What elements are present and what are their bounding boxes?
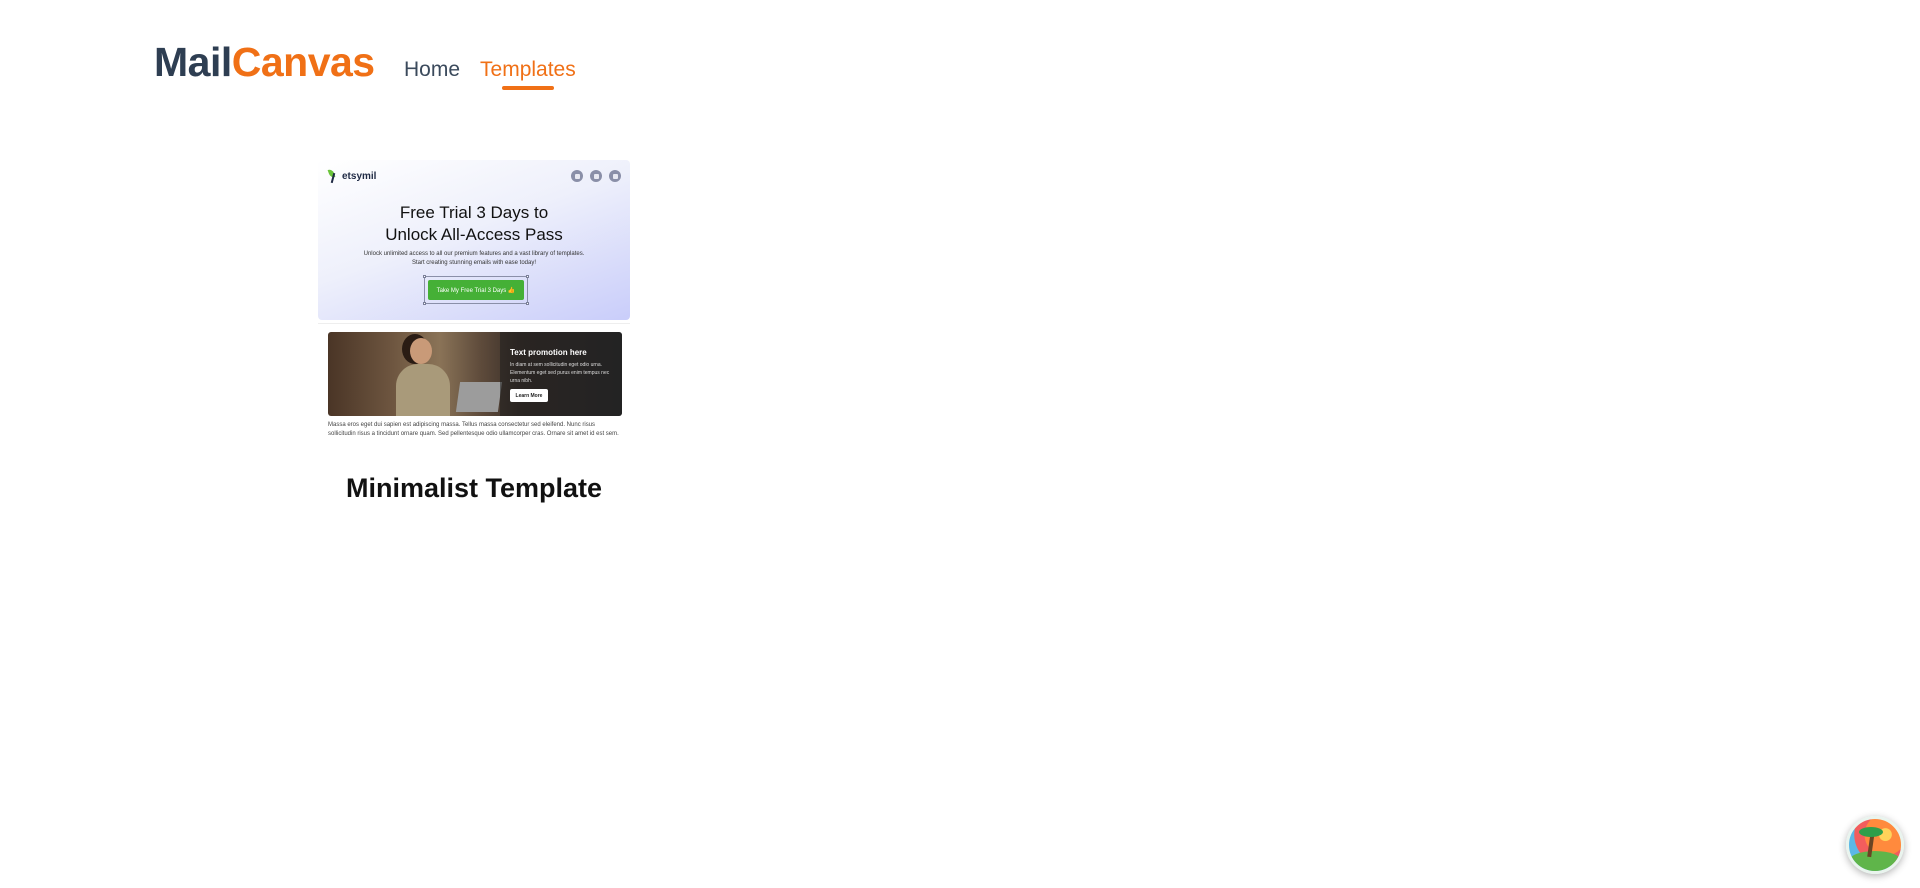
template-preview-thumbnail[interactable]: etsymil Free Trial 3 Days to Unlock All-… [318, 160, 630, 452]
preview-brand-name: etsymil [342, 170, 377, 182]
leaf-logo-icon [328, 169, 338, 183]
preview-brand: etsymil [328, 169, 376, 183]
avatar-island [1849, 851, 1901, 871]
template-title[interactable]: Minimalist Template [318, 472, 630, 504]
nav-templates[interactable]: Templates [480, 56, 576, 90]
preview-hero-section: etsymil Free Trial 3 Days to Unlock All-… [318, 160, 630, 320]
selection-handle [423, 302, 426, 305]
linkedin-icon [609, 170, 621, 182]
promo-photo-laptop [455, 382, 503, 412]
preview-cta-button: Take My Free Trial 3 Days 👍 [428, 280, 524, 300]
palm-leaf [1859, 827, 1883, 837]
facebook-icon [590, 170, 602, 182]
promo-title: Text promotion here [510, 348, 587, 357]
preview-body-text: Massa eros eget dui sapien est adipiscin… [328, 422, 619, 437]
selection-handle [423, 275, 426, 278]
selection-handle [526, 275, 529, 278]
promo-photo-person [390, 336, 454, 416]
template-card-minimalist[interactable]: etsymil Free Trial 3 Days to Unlock All-… [318, 160, 630, 504]
instagram-icon [571, 170, 583, 182]
preview-hero-sub-line: Unlock unlimited access to all our premi… [363, 251, 585, 257]
main-nav: Home Templates [404, 56, 576, 90]
promo-photo-head [410, 338, 432, 364]
promo-learn-more-button: Learn More [510, 389, 548, 402]
preview-hero-sub-line: Start creating stunning emails with ease… [411, 260, 537, 266]
logo-text-mail: Mail [154, 39, 232, 85]
preview-divider [318, 323, 630, 324]
preview-hero-title: Free Trial 3 Days to Unlock All-Access P… [318, 202, 630, 246]
promo-text: In diam at sem sollicitudin eget odio ur… [510, 362, 610, 384]
preview-cta-selection-frame: Take My Free Trial 3 Days 👍 [423, 275, 529, 305]
preview-social-icons [571, 170, 621, 182]
promo-photo-torso [396, 364, 450, 416]
preview-promo-banner: Text promotion here In diam at sem solli… [328, 332, 622, 416]
app-logo[interactable]: MailCanvas [154, 38, 375, 86]
floating-avatar-button[interactable] [1846, 816, 1904, 874]
logo-text-canvas: Canvas [231, 39, 375, 85]
preview-hero-subtitle: Unlock unlimited access to all our premi… [318, 250, 630, 268]
preview-hero-title-line: Free Trial 3 Days to [399, 203, 549, 222]
nav-home[interactable]: Home [404, 56, 460, 84]
selection-handle [526, 302, 529, 305]
preview-hero-title-line: Unlock All-Access Pass [385, 225, 563, 244]
